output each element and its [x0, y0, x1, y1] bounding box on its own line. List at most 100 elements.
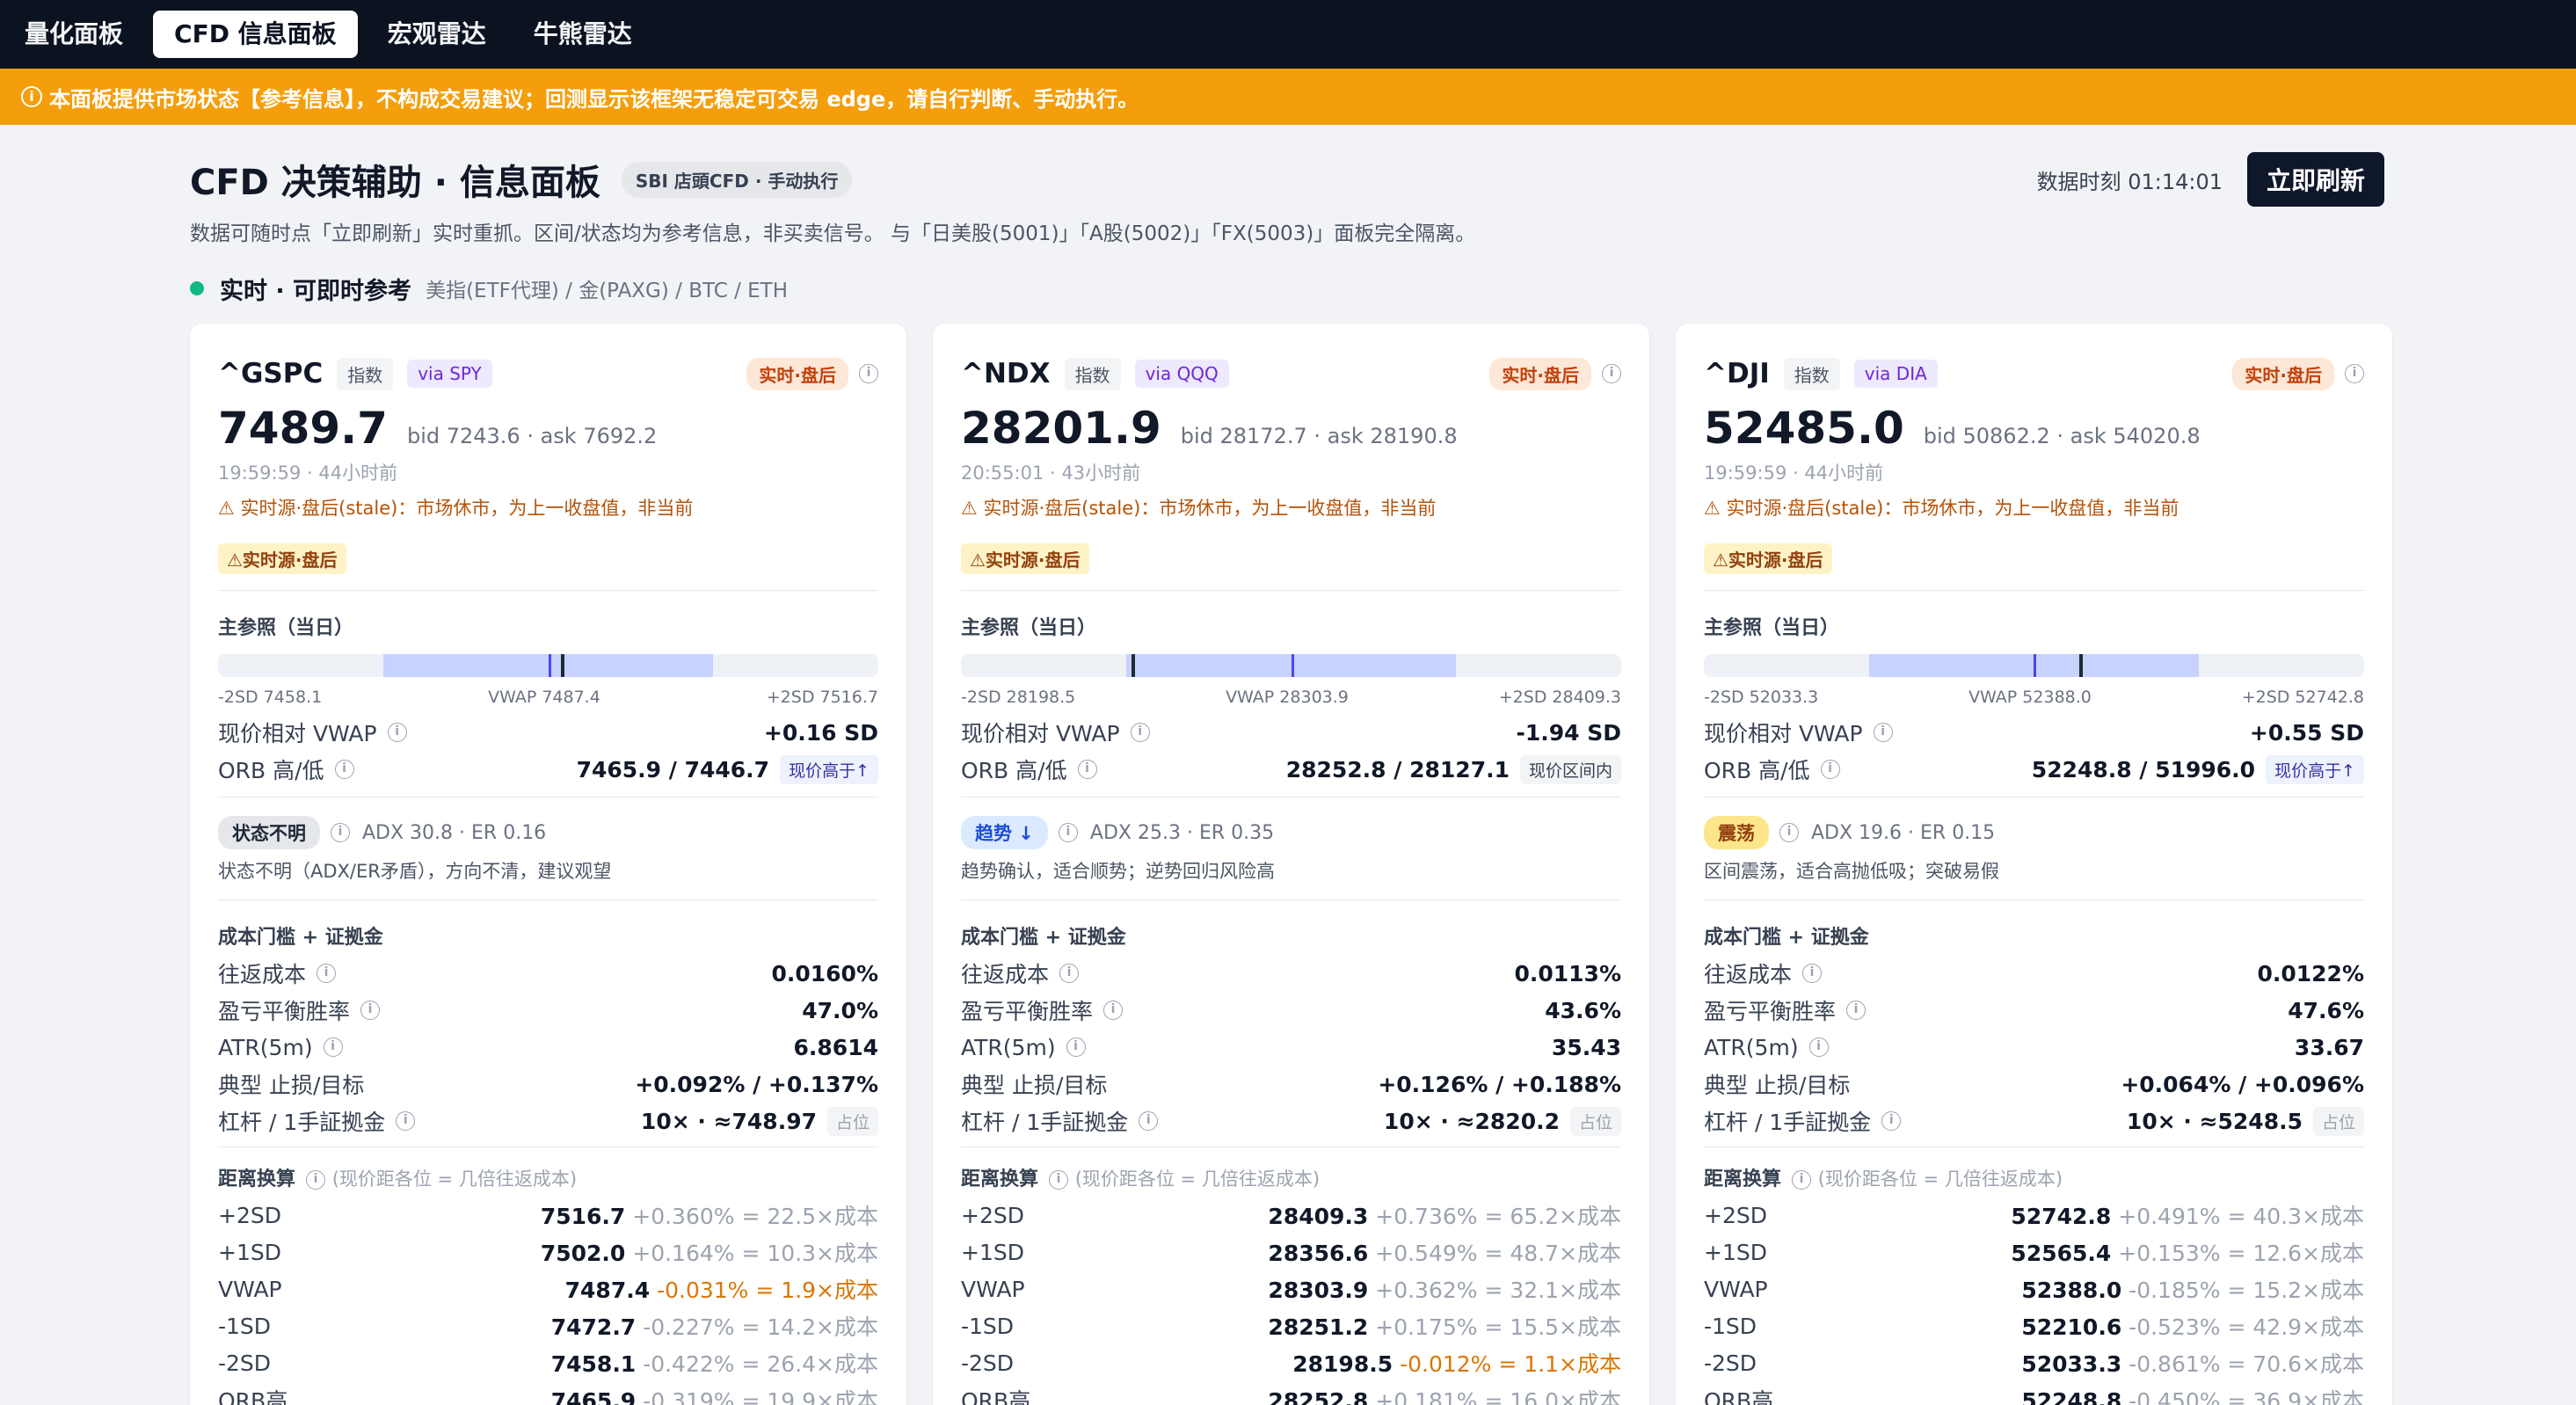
distance-value: 52742.8	[2011, 1204, 2112, 1229]
info-icon[interactable]: i	[1873, 723, 1893, 742]
distance-pct: +0.164%	[632, 1241, 735, 1266]
state-badge: 趋势 ↓	[961, 816, 1048, 849]
info-icon[interactable]: i	[360, 1001, 381, 1020]
distance-pct: -0.450%	[2128, 1388, 2221, 1405]
instrument-card: ^NDX 指数 via QQQ 实时·盘后 i 28201.9 bid 2817…	[933, 324, 1649, 1405]
distance-label: +2SD	[1704, 1202, 1767, 1228]
info-icon[interactable]: i	[331, 823, 350, 842]
distance-cost: = 10.3×成本	[741, 1241, 878, 1266]
distance-value: 52248.8	[2021, 1388, 2122, 1405]
info-icon[interactable]: i	[1077, 760, 1097, 779]
distance-title: 距离换算	[961, 1168, 1039, 1190]
tab-macro[interactable]: 宏观雷达	[370, 11, 504, 58]
stop-target-value: +0.092% / +0.137%	[635, 1071, 878, 1097]
distance-label: VWAP	[218, 1276, 282, 1302]
main-ref-title: 主参照（当日）	[961, 617, 1097, 639]
info-icon[interactable]: i	[1808, 1037, 1829, 1057]
vwap-rel-value: +0.55 SD	[2249, 719, 2364, 746]
distance-cost: = 15.2×成本	[2227, 1278, 2364, 1303]
distance-value: 7516.7	[540, 1204, 626, 1229]
stop-target-label: 典型 止损/目标	[961, 1073, 1108, 1098]
type-tag: 指数	[337, 357, 394, 390]
symbol: ^GSPC	[218, 358, 324, 389]
info-icon[interactable]: i	[859, 364, 878, 383]
distance-label: -1SD	[1704, 1313, 1757, 1339]
leverage-value: 10× · ≈2820.2	[1383, 1108, 1560, 1134]
info-icon[interactable]: i	[317, 964, 337, 983]
tab-cfd[interactable]: CFD 信息面板	[153, 11, 358, 58]
info-icon[interactable]: i	[1066, 1037, 1086, 1057]
info-icon[interactable]: i	[1049, 1170, 1069, 1190]
tab-bullbear[interactable]: 牛熊雷达	[516, 11, 650, 58]
distance-value: 28198.5	[1292, 1351, 1394, 1377]
atr-row: ATR(5m) i 35.43	[961, 1029, 1621, 1066]
bid-ask: bid 28172.7 · ask 28190.8	[1180, 424, 1458, 448]
info-icon[interactable]: i	[1103, 1001, 1124, 1020]
info-icon[interactable]: i	[1820, 760, 1840, 779]
distance-cost: = 1.1×成本	[1498, 1351, 1621, 1377]
stop-target-row: 典型 止损/目标 +0.064% / +0.096%	[1704, 1066, 2364, 1103]
distance-pct: +0.736%	[1375, 1204, 1478, 1229]
orb-label: ORB 高/低	[1704, 758, 1810, 783]
refresh-button[interactable]: 立即刷新	[2246, 152, 2384, 207]
vwap-rel-label: 现价相对 VWAP	[218, 721, 377, 746]
card-grid: ^GSPC 指数 via SPY 实时·盘后 i 7489.7 bid 7243…	[190, 324, 2392, 1405]
leverage-value: 10× · ≈5248.5	[2126, 1108, 2303, 1134]
rt-cost-label: 往返成本	[961, 962, 1050, 987]
tab-quant[interactable]: 量化面板	[7, 11, 141, 58]
distance-row: -2SD 28198.5 -0.012% = 1.1×成本	[961, 1344, 1621, 1381]
state-desc: 趋势确认，适合顺势；逆势回归风险高	[961, 861, 1275, 882]
rt-cost-row: 往返成本 i 0.0113%	[961, 955, 1621, 992]
breakeven-label: 盈亏平衡胜率	[218, 999, 351, 1024]
distance-subtitle: (现价距各位 = 几倍往返成本)	[1074, 1168, 1321, 1190]
distance-label: +1SD	[1704, 1239, 1767, 1265]
distance-value: 7502.0	[540, 1241, 626, 1266]
state-badge: 状态不明	[218, 816, 320, 849]
info-icon[interactable]: i	[1881, 1111, 1902, 1131]
vwap-marker	[548, 654, 551, 677]
band-vwap-label: VWAP 28303.9	[1226, 688, 1349, 707]
type-tag: 指数	[1783, 357, 1840, 390]
breakeven-label: 盈亏平衡胜率	[961, 999, 1094, 1024]
price-marker	[2078, 654, 2083, 677]
distance-row: -2SD 7458.1 -0.422% = 26.4×成本	[218, 1344, 878, 1381]
info-icon[interactable]: i	[1130, 723, 1150, 742]
atr-label: ATR(5m)	[1704, 1034, 1799, 1060]
info-icon[interactable]: i	[1058, 823, 1078, 842]
info-icon[interactable]: i	[2345, 364, 2364, 383]
info-icon[interactable]: i	[1059, 964, 1080, 983]
info-icon[interactable]: i	[306, 1170, 326, 1190]
breakeven-label: 盈亏平衡胜率	[1704, 999, 1837, 1024]
main-ref-title: 主参照（当日）	[1704, 617, 1840, 639]
orb-row: ORB 高/低 i 28252.8 / 28127.1 现价区间内	[961, 751, 1621, 788]
distance-pct: -0.227%	[643, 1314, 735, 1340]
distance-label: -1SD	[218, 1313, 272, 1339]
info-icon[interactable]: i	[323, 1037, 343, 1057]
distance-value: 28252.8	[1268, 1388, 1369, 1405]
atr-value: 33.67	[2294, 1034, 2364, 1060]
distance-cost: = 16.0×成本	[1484, 1388, 1621, 1405]
live-dot-icon	[190, 281, 204, 295]
price-marker	[561, 654, 565, 677]
info-icon[interactable]: i	[1792, 1170, 1812, 1190]
status-badge: 实时·盘后	[2232, 357, 2334, 390]
band-high-label: +2SD 28409.3	[1498, 688, 1621, 707]
vwap-rel-value: -1.94 SD	[1516, 719, 1621, 746]
info-icon[interactable]: i	[396, 1111, 416, 1131]
info-icon[interactable]: i	[334, 760, 354, 779]
leverage-row: 杠杆 / 1手証拠金 i 10× · ≈748.97 占位	[218, 1103, 878, 1139]
info-icon[interactable]: i	[1602, 364, 1621, 383]
vwap-rel-value: +0.16 SD	[763, 719, 878, 746]
atr-value: 35.43	[1551, 1034, 1621, 1060]
info-icon[interactable]: i	[1802, 964, 1823, 983]
distance-pct: -0.185%	[2128, 1278, 2221, 1303]
distance-cost: = 26.4×成本	[741, 1351, 878, 1377]
cost-section-title: 成本门槛 + 证拠金	[218, 927, 383, 949]
sd-band-bar	[218, 654, 878, 677]
orb-label: ORB 高/低	[961, 758, 1067, 783]
info-icon[interactable]: i	[1846, 1001, 1867, 1020]
info-icon[interactable]: i	[1779, 823, 1799, 842]
info-icon[interactable]: i	[387, 723, 407, 742]
orb-tag: 现价高于↑	[780, 754, 878, 784]
info-icon[interactable]: i	[1139, 1111, 1159, 1131]
